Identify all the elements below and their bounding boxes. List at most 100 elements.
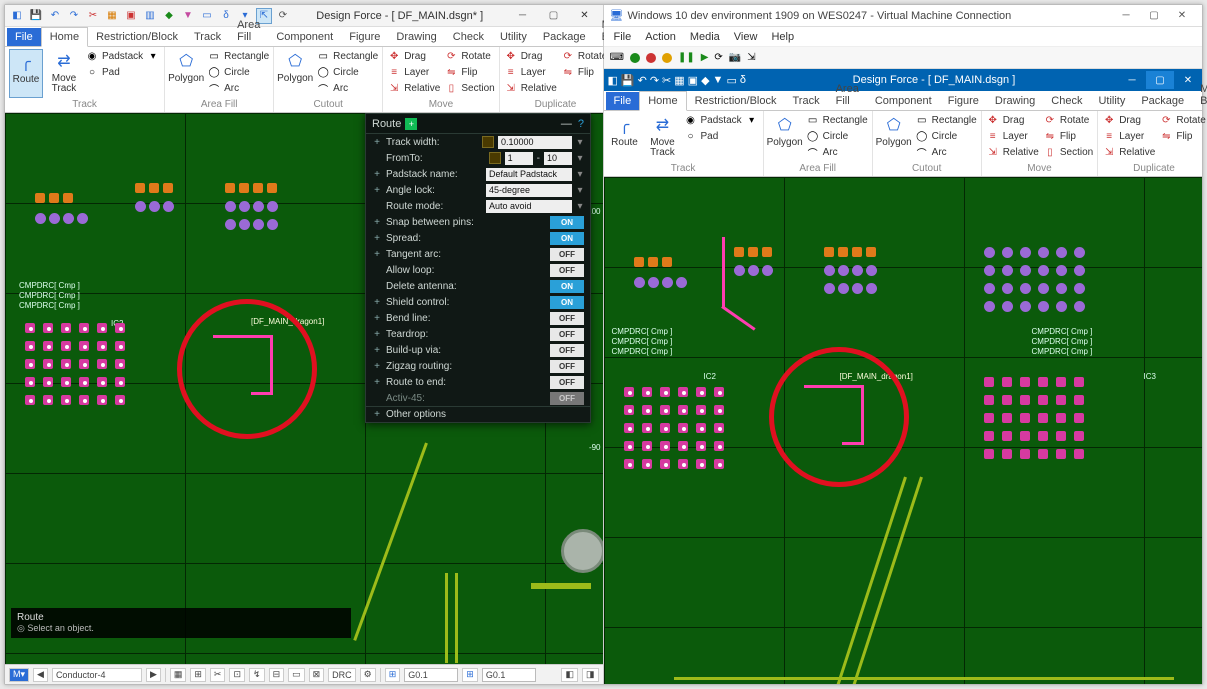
grid2-input[interactable]: G0.1 bbox=[482, 668, 536, 682]
sb-tool-icon[interactable]: ✂ bbox=[210, 668, 226, 682]
fromto-b-input[interactable]: 10 bbox=[544, 152, 572, 165]
areafill-circle-button[interactable]: ◯Circle bbox=[207, 65, 269, 80]
inner-tab-check[interactable]: Check bbox=[1043, 92, 1090, 110]
areafill-rect-button[interactable]: ▭Rectangle bbox=[207, 49, 269, 64]
sb-tool-icon[interactable]: DRC bbox=[328, 668, 356, 682]
angle-select[interactable]: 45-degree bbox=[486, 184, 572, 197]
vm-menu-media[interactable]: Media bbox=[684, 29, 726, 45]
buildup-toggle[interactable]: OFF bbox=[550, 344, 584, 357]
vm-menu-action[interactable]: Action bbox=[639, 29, 682, 45]
tab-drawing[interactable]: Drawing bbox=[388, 28, 444, 46]
areafill-arc-button[interactable]: ⌒Arc bbox=[207, 81, 269, 96]
tangent-toggle[interactable]: OFF bbox=[550, 248, 584, 261]
move-relative-button[interactable]: ⇲Relative bbox=[387, 81, 440, 96]
design-canvas[interactable]: -100 -90 CMPDRC[ Cmp ] CMPDRC[ Cmp ] CMP… bbox=[5, 113, 603, 664]
save-icon[interactable]: 💾 bbox=[621, 74, 635, 87]
move-rotate-button[interactable]: ⟳Rotate bbox=[444, 49, 494, 64]
inner-tab-utility[interactable]: Utility bbox=[1090, 92, 1133, 110]
tab-track[interactable]: Track bbox=[186, 28, 229, 46]
expand-icon[interactable]: + bbox=[372, 137, 382, 148]
inner-tab-restriction[interactable]: Restriction/Block bbox=[687, 92, 785, 110]
route-button[interactable]: ╭Route bbox=[608, 113, 642, 162]
padstack-select[interactable]: Default Padstack bbox=[486, 168, 572, 181]
route-panel[interactable]: Route + — ? +Track width:0.10000▾ FromTo… bbox=[365, 113, 591, 423]
cut-icon[interactable]: ✂ bbox=[85, 8, 101, 24]
sb-tool-icon[interactable]: ⊠ bbox=[309, 668, 325, 682]
mode-button[interactable]: M▾ bbox=[9, 668, 29, 682]
padstack-button[interactable]: ◉Padstack▾ bbox=[85, 49, 160, 64]
dup-layer-button[interactable]: ≡Layer bbox=[504, 65, 557, 80]
tool-icon[interactable]: ◆ bbox=[701, 74, 709, 87]
nav-right-icon[interactable]: ▶ bbox=[146, 668, 161, 682]
cut-icon[interactable]: ✂ bbox=[662, 74, 671, 87]
snap-toggle[interactable]: ON bbox=[550, 216, 584, 229]
inner-tab-drawing[interactable]: Drawing bbox=[987, 92, 1043, 110]
tab-component[interactable]: Component bbox=[268, 28, 341, 46]
start-icon[interactable] bbox=[630, 53, 640, 63]
sb-tool-icon[interactable]: ⊟ bbox=[269, 668, 285, 682]
lock-icon[interactable] bbox=[482, 136, 494, 148]
tab-areafill[interactable]: Area Fill bbox=[229, 16, 268, 46]
tool-icon[interactable]: ▦ bbox=[104, 8, 120, 24]
shield-toggle[interactable]: ON bbox=[550, 296, 584, 309]
tool6-icon[interactable]: ▭ bbox=[199, 8, 215, 24]
dup-rotate-button[interactable]: ⟳Rotate bbox=[561, 49, 607, 64]
tab-package[interactable]: Package bbox=[535, 28, 594, 46]
tool-icon[interactable]: ▭ bbox=[726, 74, 736, 87]
pad-button[interactable]: ○Pad bbox=[85, 65, 160, 80]
pad-button[interactable]: ○Pad bbox=[684, 129, 759, 144]
enhanced-icon[interactable]: ⇲ bbox=[747, 52, 755, 63]
grid1-input[interactable]: G0.1 bbox=[404, 668, 458, 682]
cutout-arc-button[interactable]: ⌒Arc bbox=[316, 81, 378, 96]
tab-home[interactable]: Home bbox=[41, 27, 88, 47]
deleteant-toggle[interactable]: ON bbox=[550, 280, 584, 293]
vm-close-button[interactable]: ✕ bbox=[1168, 7, 1196, 25]
sb-tool-icon[interactable]: ◨ bbox=[582, 668, 599, 682]
vm-menu-help[interactable]: Help bbox=[765, 29, 800, 45]
sb-tool-icon[interactable]: ⊡ bbox=[229, 668, 245, 682]
stop-icon[interactable] bbox=[646, 53, 656, 63]
tab-file[interactable]: File bbox=[7, 28, 41, 46]
sb-tool-icon[interactable]: ↯ bbox=[249, 668, 265, 682]
bend-toggle[interactable]: OFF bbox=[550, 312, 584, 325]
move-track-button[interactable]: ⇄Move Track bbox=[646, 113, 680, 162]
sb-tool-icon[interactable]: ⚙ bbox=[360, 668, 376, 682]
fromto-a-input[interactable]: 1 bbox=[505, 152, 533, 165]
inner-tab-multiboard[interactable]: Multi-Board bbox=[1192, 80, 1207, 110]
cutout-circle-button[interactable]: ◯Circle bbox=[316, 65, 378, 80]
cutout-rect-button[interactable]: ▭Rectangle bbox=[316, 49, 378, 64]
plus-icon[interactable]: + bbox=[405, 118, 417, 130]
inner-tab-figure[interactable]: Figure bbox=[940, 92, 987, 110]
undo-icon[interactable]: ↶ bbox=[47, 8, 63, 24]
tool10-icon[interactable]: ⟳ bbox=[275, 8, 291, 24]
track-width-input[interactable]: 0.10000 bbox=[498, 136, 572, 149]
checkpoint-icon[interactable]: ⟳ bbox=[714, 52, 722, 63]
sb-tool-icon[interactable]: ◧ bbox=[561, 668, 578, 682]
move-section-button[interactable]: ▯Section bbox=[444, 81, 494, 96]
allowloop-toggle[interactable]: OFF bbox=[550, 264, 584, 277]
cutout-polygon-button[interactable]: ⬠Polygon bbox=[877, 113, 911, 162]
vm-minimize-button[interactable]: ─ bbox=[1112, 7, 1140, 25]
maximize-button[interactable]: ▢ bbox=[540, 7, 568, 25]
spread-toggle[interactable]: ON bbox=[550, 232, 584, 245]
move-drag-button[interactable]: ✥Drag bbox=[387, 49, 440, 64]
redo-icon[interactable]: ↷ bbox=[650, 74, 659, 87]
inner-design-canvas[interactable]: CMPDRC[ Cmp ] CMPDRC[ Cmp ] CMPDRC[ Cmp … bbox=[604, 177, 1203, 684]
zigzag-toggle[interactable]: OFF bbox=[550, 360, 584, 373]
help-icon[interactable]: ? bbox=[578, 118, 584, 130]
move-layer-button[interactable]: ≡Layer bbox=[387, 65, 440, 80]
sb-tool-icon[interactable]: ▭ bbox=[288, 668, 305, 682]
tool-icon[interactable]: ▦ bbox=[674, 74, 684, 87]
route-panel-header[interactable]: Route + — ? bbox=[366, 114, 590, 134]
layer-select[interactable]: Conductor-4 bbox=[52, 668, 142, 682]
tool-icon[interactable]: δ bbox=[740, 74, 746, 86]
move-flip-button[interactable]: ⇋Flip bbox=[444, 65, 494, 80]
tab-restriction[interactable]: Restriction/Block bbox=[88, 28, 186, 46]
teardrop-toggle[interactable]: OFF bbox=[550, 328, 584, 341]
move-track-button[interactable]: ⇄ Move Track bbox=[47, 49, 81, 98]
undo-icon[interactable]: ↶ bbox=[638, 74, 647, 87]
route-button[interactable]: ╭ Route bbox=[9, 49, 43, 98]
save-icon[interactable] bbox=[662, 53, 672, 63]
vm-menu-view[interactable]: View bbox=[728, 29, 764, 45]
inner-maximize-button[interactable]: ▢ bbox=[1146, 71, 1174, 89]
